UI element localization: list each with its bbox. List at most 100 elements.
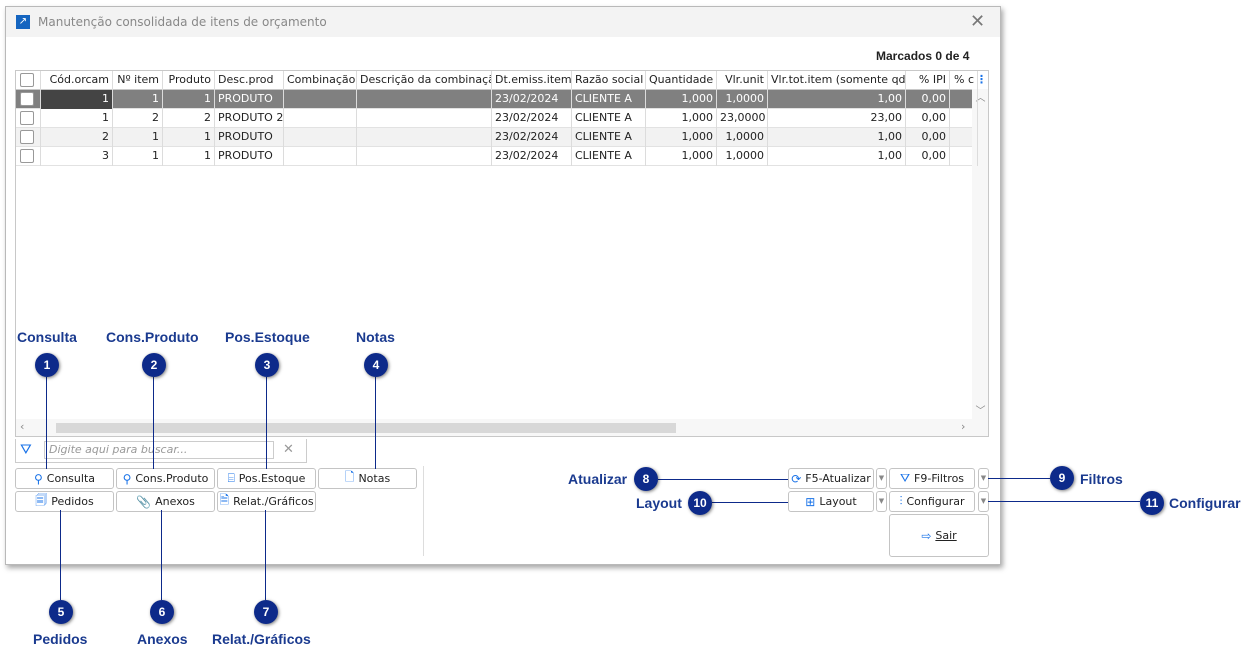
row-checkbox[interactable] bbox=[20, 149, 34, 163]
refresh-icon: ⟳ bbox=[791, 471, 802, 486]
relat-graficos-button[interactable]: 🗎 Relat./Gráficos bbox=[217, 491, 316, 512]
callout-number: 6 bbox=[150, 600, 174, 624]
title-bar: ↗ Manutenção consolidada de itens de orç… bbox=[6, 7, 1000, 37]
scroll-left-icon[interactable]: ‹ bbox=[20, 420, 24, 433]
table-cell bbox=[950, 147, 978, 166]
column-header[interactable]: Desc.prod bbox=[215, 71, 284, 90]
layout-icon: ⊞ bbox=[805, 494, 816, 509]
table-cell: 0,00 bbox=[906, 128, 950, 147]
callout-number: 1 bbox=[35, 353, 59, 377]
callout-number: 3 bbox=[255, 353, 279, 377]
horizontal-scrollbar[interactable]: ‹ › bbox=[16, 419, 988, 436]
table-cell bbox=[357, 128, 492, 147]
callout-label: Relat./Gráficos bbox=[212, 631, 311, 647]
column-header[interactable]: % IPI bbox=[906, 71, 950, 90]
items-grid[interactable]: ︿ ﹀ ‹ › ⋮ Cód.orcam Nº item Produto Desc.prod… bbox=[15, 70, 989, 437]
table-cell: 1,0000 bbox=[717, 128, 768, 147]
orders-icon: 🗐 bbox=[35, 493, 48, 507]
pedidos-button[interactable]: 🗐 Pedidos bbox=[15, 491, 114, 512]
table-cell: 1 bbox=[163, 147, 215, 166]
table-cell bbox=[284, 147, 357, 166]
app-icon: ↗ bbox=[16, 15, 30, 29]
callout-label: Pedidos bbox=[33, 631, 88, 647]
column-header[interactable]: Cód.orcam bbox=[41, 71, 113, 90]
table-cell: 1,0000 bbox=[717, 147, 768, 166]
table-cell: 1,000 bbox=[646, 90, 717, 109]
table-cell: 23/02/2024 bbox=[492, 128, 572, 147]
table-row[interactable]: 3 1 1 PRODUTO 23/02/2024 CLIENTE A 1,000 1,0000… bbox=[16, 147, 978, 166]
window-title: Manutenção consolidada de itens de orçam… bbox=[38, 15, 327, 29]
scroll-right-icon[interactable]: › bbox=[961, 420, 965, 433]
layout-dropdown[interactable]: ▼ bbox=[876, 491, 887, 512]
search-input[interactable]: Digite aqui para buscar... bbox=[44, 441, 274, 459]
row-checkbox[interactable] bbox=[20, 92, 34, 106]
table-cell bbox=[357, 109, 492, 128]
table-cell: 0,00 bbox=[906, 109, 950, 128]
table-row[interactable]: 1 2 2 PRODUTO 2 23/02/2024 CLIENTE A 1,000 23,0… bbox=[16, 109, 978, 128]
callout-number: 11 bbox=[1140, 491, 1164, 515]
table-cell: 1 bbox=[163, 90, 215, 109]
layout-button[interactable]: ⊞ Layout bbox=[788, 491, 874, 512]
callout-label: Pos.Estoque bbox=[225, 329, 310, 345]
table-cell: 23,00 bbox=[768, 109, 906, 128]
marked-count: Marcados 0 de 4 bbox=[876, 49, 970, 63]
column-header[interactable]: Razão social bbox=[572, 71, 646, 90]
cons-produto-label: Cons.Produto bbox=[135, 472, 209, 485]
header-row[interactable]: Cód.orcam Nº item Produto Desc.prod Combinaç… bbox=[16, 71, 978, 90]
atualizar-button[interactable]: ⟳ F5-Atualizar bbox=[788, 468, 874, 489]
consulta-label: Consulta bbox=[46, 472, 95, 485]
column-header[interactable]: % c bbox=[950, 71, 978, 90]
pedidos-label: Pedidos bbox=[51, 495, 94, 508]
atualizar-label: F5-Atualizar bbox=[805, 472, 871, 485]
callout-number: 8 bbox=[634, 467, 658, 491]
column-header[interactable]: Produto bbox=[163, 71, 215, 90]
filtros-button[interactable]: ⛛ F9-Filtros bbox=[889, 468, 975, 489]
callout-label: Filtros bbox=[1080, 471, 1123, 487]
column-header[interactable]: Combinação bbox=[284, 71, 357, 90]
anexos-button[interactable]: 📎 Anexos bbox=[116, 491, 215, 512]
atualizar-dropdown[interactable]: ▼ bbox=[876, 468, 887, 489]
column-header[interactable]: Dt.emiss.item bbox=[492, 71, 572, 90]
table-cell: 23/02/2024 bbox=[492, 109, 572, 128]
callout-line bbox=[60, 510, 61, 600]
table-row[interactable]: 1 1 1 PRODUTO 23/02/2024 CLIENTE A 1,000 1,0000… bbox=[16, 90, 978, 109]
consulta-button[interactable]: ⚲ Consulta bbox=[15, 468, 114, 489]
scroll-thumb[interactable] bbox=[56, 423, 676, 433]
callout-line bbox=[712, 502, 788, 503]
table-cell: 1,00 bbox=[768, 90, 906, 109]
column-header[interactable]: Quantidade bbox=[646, 71, 717, 90]
table-cell bbox=[950, 90, 978, 109]
column-header[interactable]: Descrição da combinação bbox=[357, 71, 492, 90]
table-cell: PRODUTO bbox=[215, 90, 284, 109]
row-checkbox[interactable] bbox=[20, 111, 34, 125]
filter-icon[interactable]: ⛛ bbox=[20, 442, 32, 458]
cons-produto-button[interactable]: ⚲ Cons.Produto bbox=[116, 468, 215, 489]
sair-label: Sair bbox=[935, 529, 957, 542]
callout-label: Atualizar bbox=[568, 471, 628, 487]
filtros-label: F9-Filtros bbox=[914, 472, 965, 485]
notas-button[interactable]: 🗋 Notas bbox=[318, 468, 417, 489]
table-cell bbox=[284, 90, 357, 109]
sair-button[interactable]: ⇨ Sair bbox=[889, 514, 989, 557]
clear-search-icon[interactable]: ✕ bbox=[283, 442, 294, 457]
close-icon[interactable]: ✕ bbox=[970, 11, 985, 32]
callout-label: Consulta bbox=[17, 329, 77, 345]
table-row[interactable]: 2 1 1 PRODUTO 23/02/2024 CLIENTE A 1,000 1,0000… bbox=[16, 128, 978, 147]
column-header[interactable]: Vlr.tot.item (somente qdo bbox=[768, 71, 906, 90]
column-header[interactable]: Vlr.unit bbox=[717, 71, 768, 90]
column-header[interactable]: Nº item bbox=[113, 71, 163, 90]
row-checkbox[interactable] bbox=[20, 130, 34, 144]
window: ↗ Manutenção consolidada de itens de orç… bbox=[5, 6, 1001, 565]
configurar-button[interactable]: ⫶ Configurar bbox=[889, 491, 975, 512]
nfe-document-icon: 🗋 bbox=[344, 470, 355, 484]
pos-estoque-button[interactable]: ⌸ Pos.Estoque bbox=[217, 468, 316, 489]
table-cell: 1 bbox=[41, 90, 113, 109]
callout-line bbox=[153, 377, 154, 469]
table-cell: CLIENTE A bbox=[572, 147, 646, 166]
select-all-checkbox[interactable] bbox=[20, 73, 34, 87]
scroll-down-icon[interactable]: ﹀ bbox=[972, 402, 988, 417]
callout-line bbox=[658, 479, 788, 480]
callout-number: 9 bbox=[1050, 466, 1074, 490]
table-cell: 0,00 bbox=[906, 147, 950, 166]
table-cell: 1,000 bbox=[646, 128, 717, 147]
